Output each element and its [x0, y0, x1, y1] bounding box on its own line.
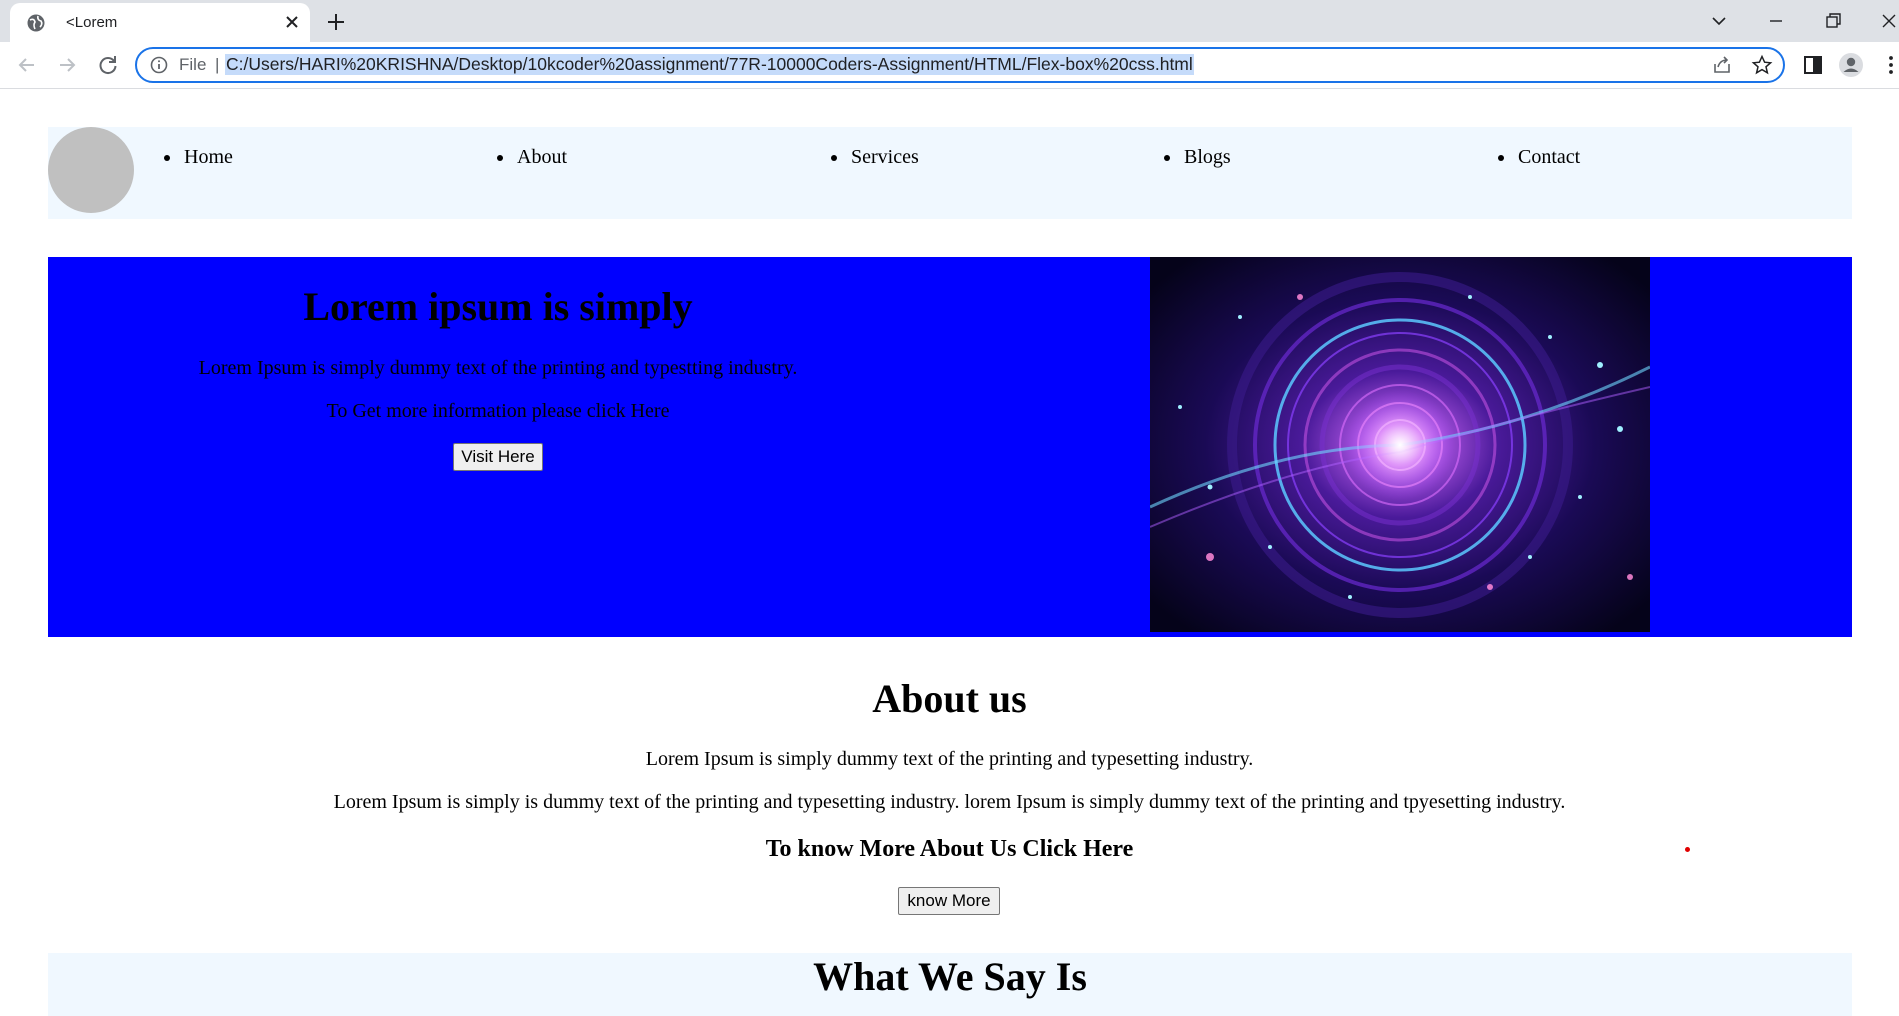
close-window-icon[interactable]: [1876, 8, 1899, 34]
bullet: [1164, 155, 1170, 161]
close-icon[interactable]: [282, 12, 302, 32]
hero-section: Lorem ipsum is simply Lorem Ipsum is sim…: [48, 257, 1852, 637]
about-subtitle: To know More About Us Click Here: [765, 836, 1134, 862]
about-title: About us: [872, 676, 1027, 721]
plus-icon[interactable]: [324, 10, 348, 34]
tab-title: <Lorem: [66, 14, 118, 31]
browser-tab[interactable]: <Lorem: [10, 3, 310, 42]
tab-strip: <Lorem: [0, 0, 1899, 42]
side-panel-icon[interactable]: [1800, 52, 1826, 78]
hero-info-text: To Get more information please click Her…: [326, 400, 670, 422]
omnibox-separator: |: [215, 55, 220, 74]
hero-text: Lorem Ipsum is simply dummy text of the …: [198, 357, 798, 379]
more-icon[interactable]: [1878, 52, 1899, 78]
site-navbar: Home About Services Blogs Contact: [48, 127, 1852, 219]
address-bar[interactable]: File | C:/Users/HARI%20KRISHNA/Desktop/1…: [135, 47, 1785, 83]
what-we-say-section: What We Say Is: [48, 953, 1852, 1016]
about-text-long: Lorem Ipsum is simply is dummy text of t…: [333, 791, 1566, 813]
star-icon[interactable]: [1751, 54, 1773, 76]
know-more-button[interactable]: know More: [898, 887, 1000, 915]
reload-icon[interactable]: [93, 50, 123, 80]
nav-item-label: Contact: [1518, 146, 1581, 168]
nav-item-label: Blogs: [1184, 146, 1231, 168]
nav-item-home[interactable]: Home: [164, 146, 233, 169]
back-icon[interactable]: [12, 50, 42, 80]
restore-icon[interactable]: [1820, 8, 1846, 34]
nav-item-label: Home: [184, 146, 233, 168]
about-text: Lorem Ipsum is simply dummy text of the …: [645, 748, 1254, 770]
what-we-say-title: What We Say Is: [813, 954, 1087, 999]
file-scheme-label: File: [179, 55, 207, 74]
galaxy-vortex-image: [1150, 257, 1650, 632]
bullet: [831, 155, 837, 161]
logo-circle: [48, 127, 134, 213]
chevron-down-icon[interactable]: [1706, 8, 1732, 34]
nav-item-label: Services: [851, 146, 919, 168]
bullet: [497, 155, 503, 161]
nav-item-services[interactable]: Services: [831, 146, 919, 169]
bullet: [1498, 155, 1504, 161]
profile-icon[interactable]: [1838, 52, 1864, 78]
share-icon[interactable]: [1711, 54, 1733, 76]
hero-title: Lorem ipsum is simply: [303, 284, 693, 329]
bullet: [164, 155, 170, 161]
nav-item-blogs[interactable]: Blogs: [1164, 146, 1231, 169]
nav-item-label: About: [517, 146, 567, 168]
info-icon[interactable]: [149, 55, 169, 75]
nav-item-about[interactable]: About: [497, 146, 567, 169]
nav-item-contact[interactable]: Contact: [1498, 146, 1581, 169]
cursor-dot: [1685, 847, 1690, 852]
browser-toolbar: File | C:/Users/HARI%20KRISHNA/Desktop/1…: [0, 42, 1899, 89]
url-text[interactable]: C:/Users/HARI%20KRISHNA/Desktop/10kcoder…: [225, 54, 1194, 75]
globe-icon: [27, 14, 45, 32]
minimize-icon[interactable]: [1763, 8, 1789, 34]
visit-here-button[interactable]: Visit Here: [453, 443, 543, 471]
forward-icon[interactable]: [52, 50, 82, 80]
